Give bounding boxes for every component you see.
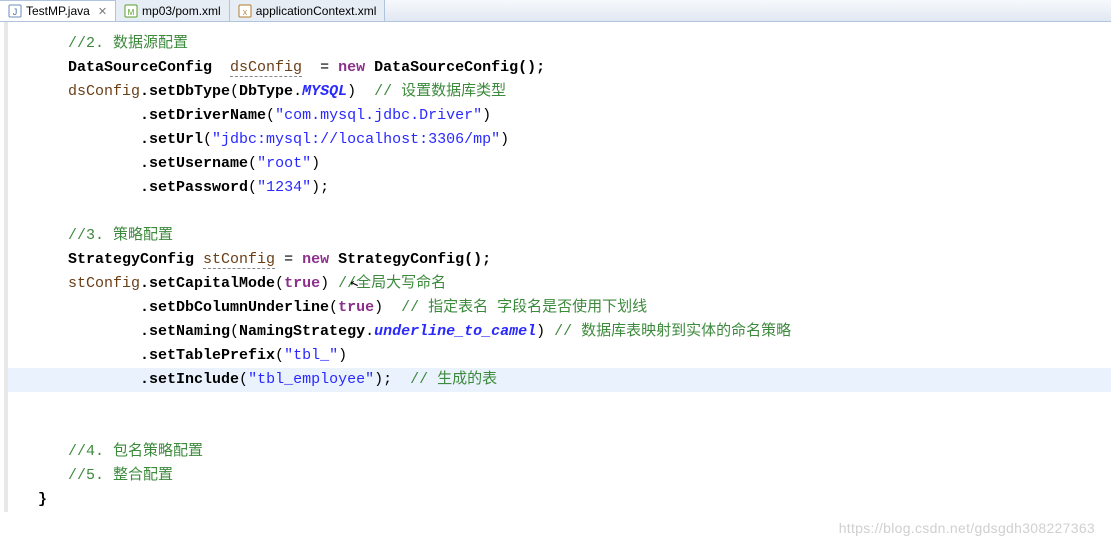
variable: dsConfig bbox=[230, 59, 302, 77]
closing-brace: } bbox=[38, 491, 47, 508]
operator: = bbox=[320, 59, 329, 76]
type-name: NamingStrategy bbox=[239, 323, 365, 340]
variable: dsConfig bbox=[68, 83, 140, 100]
constructor: DataSourceConfig(); bbox=[374, 59, 545, 76]
method: .setUrl bbox=[140, 131, 203, 148]
keyword-true: true bbox=[284, 275, 320, 292]
operator: = bbox=[284, 251, 293, 268]
keyword-new: new bbox=[302, 251, 329, 268]
code-editor[interactable]: //2. 数据源配置 DataSourceConfig dsConfig = n… bbox=[4, 22, 1111, 512]
editor-tab-bar: J TestMP.java ✕ M mp03/pom.xml X applica… bbox=[0, 0, 1111, 22]
maven-file-icon: M bbox=[124, 4, 138, 18]
string-literal: "1234" bbox=[257, 179, 311, 196]
method: .setDriverName bbox=[140, 107, 266, 124]
comment: //5. 整合配置 bbox=[68, 467, 173, 484]
comment: //全局大写命名 bbox=[338, 275, 446, 292]
tab-label: applicationContext.xml bbox=[256, 4, 377, 18]
svg-text:J: J bbox=[13, 7, 18, 17]
variable: stConfig bbox=[68, 275, 140, 292]
type-name: DbType bbox=[239, 83, 293, 100]
type-name: StrategyConfig bbox=[68, 251, 194, 268]
method: .setTablePrefix bbox=[140, 347, 275, 364]
string-literal: "tbl_employee" bbox=[248, 371, 374, 388]
comment: //4. 包名策略配置 bbox=[68, 443, 203, 460]
comment: //3. 策略配置 bbox=[68, 227, 173, 244]
java-file-icon: J bbox=[8, 4, 22, 18]
tab-appcontext-xml[interactable]: X applicationContext.xml bbox=[230, 0, 386, 21]
tab-label: TestMP.java bbox=[26, 4, 90, 18]
constructor: StrategyConfig(); bbox=[338, 251, 491, 268]
comment: // 指定表名 字段名是否使用下划线 bbox=[401, 299, 647, 316]
enum-constant: MYSQL bbox=[302, 83, 347, 100]
method: .setDbColumnUnderline bbox=[140, 299, 329, 316]
watermark-text: https://blog.csdn.net/gdsgdh308227363 bbox=[839, 520, 1095, 536]
close-icon[interactable]: ✕ bbox=[98, 5, 107, 18]
comment: // 数据库表映射到实体的命名策略 bbox=[554, 323, 791, 340]
method: .setPassword bbox=[140, 179, 248, 196]
method: .setInclude bbox=[140, 371, 239, 388]
string-literal: "tbl_" bbox=[284, 347, 338, 364]
comment: // 设置数据库类型 bbox=[374, 83, 506, 100]
type-name: DataSourceConfig bbox=[68, 59, 212, 76]
method: .setDbType bbox=[140, 83, 230, 100]
comment: //2. 数据源配置 bbox=[68, 35, 188, 52]
tab-testmp-java[interactable]: J TestMP.java ✕ bbox=[0, 0, 116, 21]
string-literal: "jdbc:mysql://localhost:3306/mp" bbox=[212, 131, 500, 148]
svg-text:X: X bbox=[242, 10, 247, 17]
method: .setNaming bbox=[140, 323, 230, 340]
xml-file-icon: X bbox=[238, 4, 252, 18]
comment: // 生成的表 bbox=[410, 371, 497, 388]
svg-text:M: M bbox=[128, 8, 135, 17]
tab-label: mp03/pom.xml bbox=[142, 4, 221, 18]
method: .setCapitalMode bbox=[140, 275, 275, 292]
string-literal: "com.mysql.jdbc.Driver" bbox=[275, 107, 482, 124]
keyword-new: new bbox=[338, 59, 365, 76]
method: .setUsername bbox=[140, 155, 248, 172]
keyword-true: true bbox=[338, 299, 374, 316]
tab-pom-xml[interactable]: M mp03/pom.xml bbox=[116, 0, 230, 21]
string-literal: "root" bbox=[257, 155, 311, 172]
variable: stConfig bbox=[203, 251, 275, 269]
enum-constant: underline_to_camel bbox=[374, 323, 536, 340]
